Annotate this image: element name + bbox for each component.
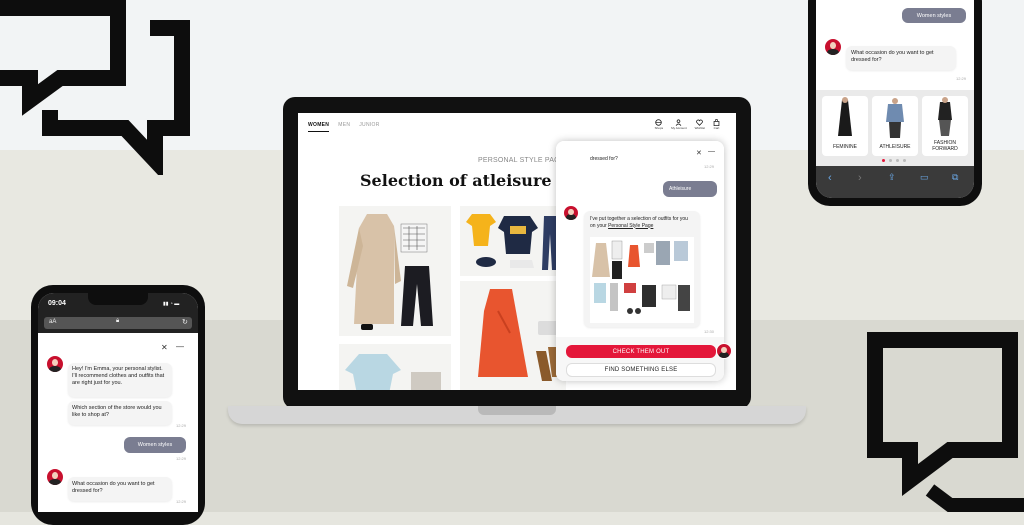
option-card-athleisure[interactable]: ATHLEISURE bbox=[872, 96, 918, 156]
status-icons: ▮▮ ◔ ▬ bbox=[163, 301, 180, 307]
red-dress-image bbox=[478, 289, 562, 381]
option-label: FASHION FORWARD bbox=[932, 140, 958, 152]
back-icon[interactable]: ‹ bbox=[828, 172, 832, 184]
blue-top-image bbox=[345, 354, 441, 390]
message-timestamp: 12:29 bbox=[176, 423, 187, 428]
outfit-tile-blue-top[interactable] bbox=[339, 344, 451, 390]
nav-junior[interactable]: JUNIOR bbox=[359, 122, 379, 132]
carousel-dots bbox=[882, 159, 906, 162]
avatar bbox=[46, 468, 64, 486]
athleisure-outfit-image bbox=[886, 98, 904, 138]
minimize-icon[interactable]: — bbox=[176, 342, 184, 351]
avatar bbox=[563, 205, 579, 221]
message-timestamp: 12:29 bbox=[176, 456, 187, 461]
personal-style-link[interactable]: Personal Style Page bbox=[608, 223, 653, 229]
feminine-outfit-image bbox=[838, 97, 852, 136]
address-bar[interactable]: aA 🔒︎ ↻ bbox=[44, 317, 192, 329]
previous-message: dressed for? bbox=[590, 156, 618, 162]
share-icon[interactable]: ⇪ bbox=[888, 172, 896, 183]
outfit-tile-sweatshirt[interactable] bbox=[460, 206, 566, 276]
outfit-tile-trench[interactable] bbox=[339, 206, 451, 336]
trench-coat-image bbox=[347, 214, 433, 330]
option-label: FEMININE bbox=[833, 144, 857, 150]
status-time: 09:04 bbox=[48, 300, 66, 307]
close-icon[interactable]: ✕ bbox=[161, 343, 168, 352]
bot-message-bubble: Which section of the store would you lik… bbox=[68, 401, 172, 425]
wishlist-label: Wishlist bbox=[694, 126, 705, 130]
fashion-forward-outfit-image bbox=[938, 97, 952, 136]
text-size-button[interactable]: aA bbox=[49, 319, 56, 325]
personal-style-label: PERSONAL STYLE PAGE bbox=[478, 157, 565, 164]
close-icon[interactable]: ✕ bbox=[696, 149, 702, 157]
chat-bubble-icon bbox=[0, 0, 190, 175]
nav-women[interactable]: WOMEN bbox=[308, 122, 330, 132]
bot-message-bubble: Hey! I'm Emma, your personal stylist. I'… bbox=[68, 363, 172, 397]
avatar bbox=[824, 38, 842, 56]
lock-icon: 🔒︎ bbox=[116, 318, 120, 324]
outfit-tile-red-dress[interactable] bbox=[460, 281, 566, 390]
option-card-fashion-forward[interactable]: FASHION FORWARD bbox=[922, 96, 968, 156]
laptop-notch bbox=[478, 406, 556, 415]
check-them-out-button[interactable]: CHECK THEM OUT bbox=[566, 345, 716, 358]
heart-icon bbox=[696, 119, 704, 126]
outfit-collage-image[interactable] bbox=[590, 237, 694, 323]
user-reply-bubble: Women styles bbox=[902, 8, 966, 23]
shops-label: Shops bbox=[654, 126, 664, 130]
phone-notch bbox=[88, 293, 148, 305]
tabs-icon[interactable]: ⧉ bbox=[952, 172, 958, 183]
option-card-feminine[interactable]: FEMININE bbox=[822, 96, 868, 156]
user-reply-bubble: Women styles bbox=[124, 437, 186, 453]
phone-left-screen: 09:04 ▮▮ ◔ ▬ aA 🔒︎ ↻ ✕ — Hey! I'm Emma, … bbox=[38, 293, 198, 512]
cart-label: Cart bbox=[713, 126, 720, 130]
bookmarks-icon[interactable]: ▭ bbox=[920, 172, 929, 183]
bot-message-bubble: I've put together a selection of outfits… bbox=[584, 211, 700, 327]
message-timestamp: 12:30 bbox=[704, 329, 715, 334]
minimize-icon[interactable]: — bbox=[708, 148, 715, 155]
chat-launcher-avatar[interactable] bbox=[716, 343, 732, 359]
find-something-else-button[interactable]: FIND SOMETHING ELSE bbox=[566, 363, 716, 377]
user-reply-bubble: Athleisure bbox=[663, 181, 717, 197]
cart-nav[interactable]: Cart bbox=[713, 119, 720, 130]
chat-bubble-icon bbox=[867, 332, 1024, 512]
bot-message-bubble: What occasion do you want to get dressed… bbox=[68, 477, 172, 501]
phone-right-screen: Women styles What occasion do you want t… bbox=[816, 0, 974, 198]
sporty-outfit-image bbox=[466, 214, 558, 270]
forward-icon[interactable]: › bbox=[858, 172, 862, 184]
message-timestamp: 12:29 bbox=[704, 164, 715, 169]
account-nav[interactable]: My Account bbox=[671, 119, 687, 130]
wishlist-nav[interactable]: Wishlist bbox=[695, 119, 705, 130]
avatar bbox=[46, 355, 64, 373]
option-label: ATHLEISURE bbox=[879, 144, 911, 150]
gender-nav: WOMEN MEN JUNIOR bbox=[308, 122, 380, 132]
chat-widget: ✕ — dressed for? 12:29 Athleisure I've p… bbox=[556, 141, 724, 381]
message-timestamp: 12:29 bbox=[956, 76, 967, 81]
shops-nav[interactable]: Shops bbox=[654, 119, 664, 130]
reload-icon[interactable]: ↻ bbox=[182, 318, 188, 326]
account-label: My Account bbox=[671, 126, 687, 130]
nav-men[interactable]: MEN bbox=[338, 122, 350, 132]
user-icon bbox=[676, 119, 682, 126]
bag-icon bbox=[713, 119, 720, 126]
page-title: Selection of atleisure o bbox=[360, 171, 568, 190]
globe-icon bbox=[655, 119, 663, 126]
bot-message-bubble: What occasion do you want to get dressed… bbox=[846, 46, 956, 70]
header-icons: Shops My Account Wishlist Cart bbox=[655, 119, 720, 130]
message-timestamp: 12:29 bbox=[176, 499, 187, 504]
browser-toolbar: ‹ › ⇪ ▭ ⧉ bbox=[816, 166, 974, 198]
